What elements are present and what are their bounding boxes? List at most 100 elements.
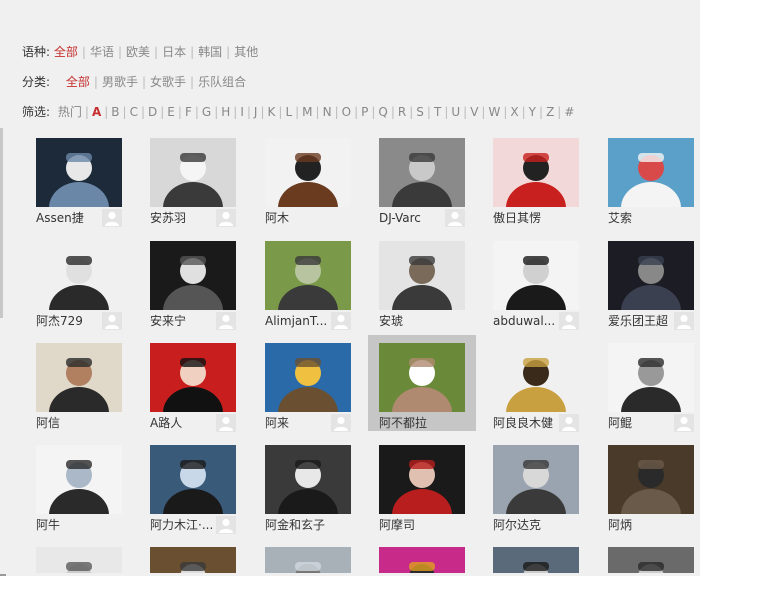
artist-photo[interactable]: [150, 241, 236, 310]
filter-option-22[interactable]: U: [451, 105, 460, 119]
artist-name[interactable]: 安琥: [379, 313, 445, 329]
user-icon[interactable]: [216, 312, 236, 330]
artist-name[interactable]: 安苏羽: [150, 210, 216, 226]
artist-name[interactable]: 阿炳: [608, 517, 674, 533]
language-option-3[interactable]: 欧美: [126, 45, 150, 59]
filter-option-18[interactable]: Q: [378, 105, 387, 119]
artist-photo[interactable]: [608, 445, 694, 514]
artist-photo[interactable]: [150, 343, 236, 412]
artist-card[interactable]: abduwal...: [493, 241, 601, 337]
artist-name[interactable]: AlimjanT...: [265, 313, 331, 329]
artist-photo[interactable]: [493, 343, 579, 412]
filter-option-8[interactable]: G: [202, 105, 211, 119]
filter-option-4[interactable]: C: [130, 105, 138, 119]
artist-card[interactable]: DJ-Varc: [379, 138, 487, 234]
artist-card[interactable]: 阿力木江·...: [150, 445, 258, 541]
language-option-2[interactable]: 华语: [90, 45, 114, 59]
artist-photo[interactable]: [265, 445, 351, 514]
artist-photo[interactable]: [493, 547, 579, 573]
artist-name[interactable]: 阿尔达克: [493, 517, 559, 533]
filter-option-27[interactable]: Z: [546, 105, 554, 119]
artist-card[interactable]: 阿尔达克: [493, 445, 601, 541]
artist-name[interactable]: 阿牛: [36, 517, 102, 533]
artist-name[interactable]: 阿来: [265, 415, 331, 431]
filter-option-13[interactable]: L: [285, 105, 292, 119]
filter-option-26[interactable]: Y: [529, 105, 536, 119]
artist-name[interactable]: 爱乐团王超: [608, 313, 674, 329]
artist-card[interactable]: [150, 547, 258, 576]
artist-photo[interactable]: [379, 547, 465, 573]
artist-photo[interactable]: [265, 241, 351, 310]
artist-photo[interactable]: [36, 547, 122, 573]
category-option-1[interactable]: 全部: [66, 75, 90, 89]
user-icon[interactable]: [674, 414, 694, 432]
artist-photo[interactable]: [150, 547, 236, 573]
artist-card[interactable]: 阿良良木健: [493, 343, 601, 439]
artist-photo[interactable]: [379, 445, 465, 514]
artist-photo[interactable]: [379, 138, 465, 207]
artist-name[interactable]: A路人: [150, 415, 216, 431]
language-option-1[interactable]: 全部: [54, 45, 78, 59]
artist-photo[interactable]: [36, 241, 122, 310]
filter-option-5[interactable]: D: [148, 105, 157, 119]
filter-option-15[interactable]: N: [323, 105, 332, 119]
artist-name[interactable]: 艾索: [608, 210, 674, 226]
artist-card[interactable]: 阿来: [265, 343, 373, 439]
artist-card[interactable]: 爱乐团王超: [608, 241, 700, 337]
category-option-3[interactable]: 女歌手: [150, 75, 186, 89]
artist-card[interactable]: 傲日其愣: [493, 138, 601, 234]
filter-option-17[interactable]: P: [361, 105, 368, 119]
category-option-4[interactable]: 乐队组合: [198, 75, 246, 89]
artist-card[interactable]: A路人: [150, 343, 258, 439]
user-icon[interactable]: [102, 312, 122, 330]
user-icon[interactable]: [216, 414, 236, 432]
filter-option-11[interactable]: J: [254, 105, 258, 119]
artist-card[interactable]: 阿鲲: [608, 343, 700, 439]
artist-name[interactable]: 阿信: [36, 415, 102, 431]
language-option-5[interactable]: 韩国: [198, 45, 222, 59]
filter-option-9[interactable]: H: [221, 105, 230, 119]
filter-option-16[interactable]: O: [342, 105, 351, 119]
filter-option-21[interactable]: T: [434, 105, 441, 119]
artist-card[interactable]: [493, 547, 601, 576]
artist-name[interactable]: abduwal...: [493, 313, 559, 329]
language-option-4[interactable]: 日本: [162, 45, 186, 59]
artist-photo[interactable]: [608, 547, 694, 573]
user-icon[interactable]: [674, 312, 694, 330]
user-icon[interactable]: [445, 209, 465, 227]
artist-card[interactable]: 阿不都拉: [368, 335, 476, 431]
artist-photo[interactable]: [36, 343, 122, 412]
artist-photo[interactable]: [36, 445, 122, 514]
filter-option-12[interactable]: K: [268, 105, 276, 119]
artist-name[interactable]: DJ-Varc: [379, 210, 445, 226]
artist-name[interactable]: 阿摩司: [379, 517, 445, 533]
filter-option-23[interactable]: V: [470, 105, 478, 119]
artist-card[interactable]: 安琥: [379, 241, 487, 337]
artist-photo[interactable]: [150, 138, 236, 207]
artist-photo[interactable]: [36, 138, 122, 207]
user-icon[interactable]: [331, 312, 351, 330]
artist-photo[interactable]: [493, 445, 579, 514]
artist-photo[interactable]: [265, 343, 351, 412]
user-icon[interactable]: [216, 516, 236, 534]
artist-name[interactable]: Assen捷: [36, 210, 102, 226]
filter-option-14[interactable]: M: [302, 105, 312, 119]
artist-photo[interactable]: [379, 343, 465, 412]
user-icon[interactable]: [559, 312, 579, 330]
artist-card[interactable]: [36, 547, 144, 576]
artist-name[interactable]: 阿杰729: [36, 313, 102, 329]
artist-card[interactable]: [265, 547, 373, 576]
artist-card[interactable]: 阿牛: [36, 445, 144, 541]
artist-name[interactable]: 阿力木江·...: [150, 517, 216, 533]
filter-option-1[interactable]: 热门: [58, 105, 82, 119]
artist-card[interactable]: 阿信: [36, 343, 144, 439]
artist-card[interactable]: 阿杰729: [36, 241, 144, 337]
artist-card[interactable]: 安苏羽: [150, 138, 258, 234]
artist-photo[interactable]: [265, 138, 351, 207]
language-option-6[interactable]: 其他: [234, 45, 258, 59]
artist-photo[interactable]: [608, 241, 694, 310]
artist-photo[interactable]: [493, 138, 579, 207]
user-icon[interactable]: [216, 209, 236, 227]
artist-name[interactable]: 阿鲲: [608, 415, 674, 431]
artist-card[interactable]: [608, 547, 700, 576]
